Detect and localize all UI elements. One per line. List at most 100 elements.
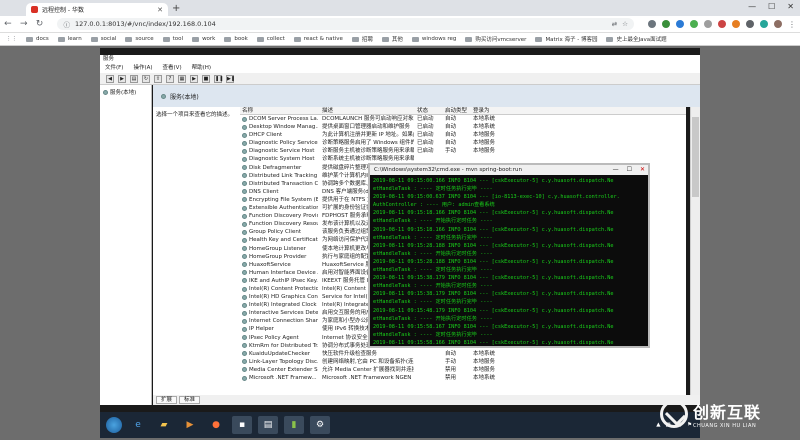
console-line: etHandleTask : ---- 定时任务执行完毕 ----: [373, 299, 493, 306]
restart-service-icon[interactable]: ▶❚: [226, 74, 235, 83]
apps-icon[interactable]: ⋮⋮: [6, 36, 17, 42]
table-scrollbar[interactable]: [690, 107, 700, 395]
menu-help[interactable]: 帮助(H): [192, 64, 211, 73]
table-row[interactable]: DCOM Server Process La... DCOMLAUNCH 服务可启…: [240, 115, 686, 123]
maximize-icon[interactable]: ☐: [627, 165, 632, 175]
reload-icon[interactable]: ↻: [36, 19, 44, 29]
tab-standard[interactable]: 标准: [179, 396, 201, 404]
media-icon[interactable]: ▶: [180, 416, 200, 434]
console-output[interactable]: 2019-08-11 09:15:00.166 INFO 8104 --- [c…: [370, 175, 648, 346]
col-log-on-as[interactable]: 登录为: [470, 107, 530, 114]
service-gear-icon: [242, 278, 247, 284]
stop-service-icon[interactable]: ■: [202, 74, 210, 83]
tab-close-icon[interactable]: ✕: [157, 6, 163, 14]
service-logon: 本地服务: [473, 132, 496, 139]
table-row[interactable]: Diagnostic Service Host 诊断服务主机被诊断策略服务用来承载…: [240, 147, 686, 155]
col-name[interactable]: 名称: [240, 107, 318, 114]
table-row[interactable]: Media Center Extender S... 允许 Media Cente…: [240, 366, 686, 374]
extension-icon[interactable]: [774, 20, 782, 28]
help-icon[interactable]: ?: [166, 74, 174, 83]
bookmark-label: book: [234, 36, 248, 42]
properties-icon[interactable]: ▦: [178, 74, 186, 83]
bookmark-item[interactable]: book: [224, 36, 248, 42]
tree-item-services-local[interactable]: 服务(本地): [103, 88, 148, 96]
window-close-icon[interactable]: ✕: [787, 2, 794, 11]
browser-tab[interactable]: 远程控制 - 华数 ✕: [26, 3, 168, 16]
extension-icon[interactable]: [704, 20, 712, 28]
console-line: 2019-08-11 09:15:38.179 INFO 8104 --- [c…: [373, 291, 614, 298]
table-row[interactable]: Diagnostic Policy Service 诊断策略服务启用了 Windo…: [240, 139, 686, 147]
bookmark-item[interactable]: 史上最全Java面试题: [606, 35, 667, 43]
menu-file[interactable]: 文件(F): [105, 64, 123, 73]
bookmark-item[interactable]: windows reg: [411, 36, 456, 42]
cmd-window[interactable]: C:\Windows\system32\cmd.exe - mvn spring…: [368, 163, 650, 348]
forward-icon[interactable]: →: [20, 19, 28, 29]
app-icon[interactable]: ▮: [284, 416, 304, 434]
bookmark-item[interactable]: tool: [162, 36, 183, 42]
translate-icon[interactable]: ⇄: [612, 20, 617, 28]
new-tab-icon[interactable]: +: [172, 3, 180, 14]
menu-icon[interactable]: ⋮: [788, 20, 796, 29]
extensions: ⋮: [648, 20, 796, 29]
extension-icon[interactable]: [732, 20, 740, 28]
console-line: etHandleTask : ---- 定时任务执行完毕 ----: [373, 186, 493, 193]
site-info-icon[interactable]: ⓘ: [63, 19, 70, 29]
extension-icon[interactable]: [746, 20, 754, 28]
bookmark-item[interactable]: react & native: [293, 36, 343, 42]
cmd-icon[interactable]: ▪: [232, 416, 252, 434]
extension-icon[interactable]: [718, 20, 726, 28]
bookmark-item[interactable]: collect: [256, 36, 285, 42]
menu-action[interactable]: 操作(A): [133, 64, 152, 73]
folder-icon[interactable]: ▰: [154, 416, 174, 434]
minimize-icon[interactable]: —: [613, 165, 619, 175]
export-icon[interactable]: ⇪: [154, 74, 162, 83]
bookmark-item[interactable]: docs: [26, 36, 49, 42]
tab-extended[interactable]: 扩展: [156, 396, 178, 404]
bookmark-item[interactable]: Matrix 海子 - 博客园: [535, 35, 597, 43]
services-icon[interactable]: ⚙: [310, 416, 330, 434]
bookmark-item[interactable]: work: [192, 36, 215, 42]
bookmark-star-icon[interactable]: ☆: [622, 20, 628, 28]
table-row[interactable]: KuaiduUpdateChecker 快压软件升级检查服务 自动 本地系统: [240, 350, 686, 358]
extension-icon[interactable]: [760, 20, 768, 28]
folder-icon: [381, 36, 389, 42]
table-row[interactable]: Desktop Window Manag... 提供桌面窗口管理器启动和维护服务已…: [240, 123, 686, 131]
service-logon: 本地系统: [473, 350, 496, 357]
maximize-icon[interactable]: ☐: [768, 2, 775, 11]
show-tree-icon[interactable]: ▤: [130, 74, 138, 83]
back-icon[interactable]: ←: [4, 19, 12, 29]
watermark-brand: 创新互联: [693, 403, 762, 422]
bookmark-item[interactable]: 招聘: [351, 35, 373, 43]
bookmark-item[interactable]: learn: [57, 36, 82, 42]
bookmark-item[interactable]: 其他: [381, 35, 403, 43]
service-status: 已启动: [417, 132, 434, 139]
extension-icon[interactable]: [648, 20, 656, 28]
bookmark-item[interactable]: social: [90, 36, 116, 42]
firefox-icon[interactable]: ●: [206, 416, 226, 434]
col-description[interactable]: 描述: [318, 107, 414, 114]
extension-icon[interactable]: [676, 20, 684, 28]
back-icon[interactable]: ◀: [106, 74, 114, 83]
omnibox[interactable]: ⓘ 127.0.0.1:8013/#/vnc/index/192.168.0.1…: [57, 18, 634, 30]
table-row[interactable]: Link-Layer Topology Disc... 创建网络映射,它由 PC …: [240, 358, 686, 366]
start-icon[interactable]: [106, 417, 122, 433]
minimize-icon[interactable]: —: [748, 2, 756, 11]
bookmark-item[interactable]: 购买访问vmcserver: [465, 35, 526, 43]
notepad-icon[interactable]: ▤: [258, 416, 278, 434]
col-status[interactable]: 状态: [414, 107, 442, 114]
bookmark-item[interactable]: source: [125, 36, 154, 42]
start-service-icon[interactable]: ▶: [190, 74, 198, 83]
table-row[interactable]: Microsoft .NET Framew... Microsoft .NET F…: [240, 374, 686, 382]
pause-service-icon[interactable]: ❚❚: [214, 74, 223, 83]
table-row[interactable]: DHCP Client 为此计算机注册并更新 IP 地址。如果此... 已启动 自动 本…: [240, 131, 686, 139]
refresh-icon[interactable]: ↻: [142, 74, 150, 83]
extension-icon[interactable]: [662, 20, 670, 28]
close-icon[interactable]: ✕: [640, 165, 645, 175]
extension-icon[interactable]: [690, 20, 698, 28]
forward-icon[interactable]: ▶: [118, 74, 126, 83]
scrollbar-thumb[interactable]: [692, 117, 699, 197]
menu-view[interactable]: 查看(V): [163, 64, 182, 73]
col-startup-type[interactable]: 启动类型: [442, 107, 470, 114]
service-status: 已启动: [417, 124, 434, 131]
ie-icon[interactable]: e: [128, 416, 148, 434]
